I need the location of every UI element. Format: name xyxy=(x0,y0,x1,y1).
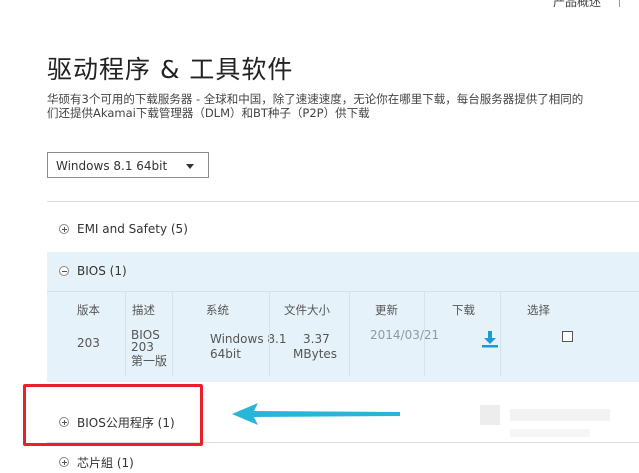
table-row: 203 BIOS 203 第一版 Windows 8.1 64bit 3.37 … xyxy=(47,322,639,376)
header-file-size: 文件大小 xyxy=(269,292,349,322)
cell-file-size: 3.37 MBytes xyxy=(269,322,349,376)
minus-circle-icon[interactable] xyxy=(59,266,69,276)
page-title: 驱动程序 & 工具软件 xyxy=(47,55,294,84)
header-updated: 更新 xyxy=(349,292,424,322)
cell-select xyxy=(500,322,639,376)
description-line-2: 们还提供Akamai下载管理器（DLM）和BT种子（P2P）供下载 xyxy=(47,106,370,120)
category-emi-safety[interactable]: EMI and Safety (5) xyxy=(47,202,639,250)
caret-down-icon xyxy=(186,164,194,169)
watermark-icon xyxy=(480,405,610,437)
cell-system: Windows 8.1 64bit xyxy=(172,322,286,376)
header-select: 选择 xyxy=(500,292,639,322)
category-label: 芯片組 (1) xyxy=(77,456,134,470)
cell-download xyxy=(424,322,500,376)
plus-circle-icon[interactable] xyxy=(59,224,69,234)
table-header: 版本 描述 系统 文件大小 更新 下载 选择 xyxy=(47,292,639,322)
plus-circle-icon[interactable] xyxy=(59,457,69,467)
cell-description: BIOS 203 第一版 xyxy=(125,322,172,376)
header-description: 描述 xyxy=(125,292,172,322)
select-checkbox[interactable] xyxy=(562,331,573,342)
os-dropdown[interactable]: Windows 8.1 64bit xyxy=(47,152,209,178)
header-download: 下载 xyxy=(424,292,500,322)
category-bios[interactable]: BIOS (1) xyxy=(47,252,639,292)
cell-updated: 2014/03/21 xyxy=(349,322,439,376)
page-description: 华硕有3个可用的下载服务器 - 全球和中国，除了速速速度，无论你在哪里下载，每台… xyxy=(47,92,639,120)
header-version: 版本 xyxy=(77,303,100,317)
header-system: 系统 xyxy=(172,292,269,322)
highlight-box xyxy=(23,384,203,446)
product-overview-link[interactable]: 产品概述 xyxy=(553,0,601,9)
os-dropdown-value: Windows 8.1 64bit xyxy=(56,159,168,173)
pointer-arrow-icon xyxy=(232,403,400,425)
description-line-1: 华硕有3个可用的下载服务器 - 全球和中国，除了速速速度，无论你在哪里下载，每台… xyxy=(47,92,584,106)
category-label: EMI and Safety (5) xyxy=(77,222,188,236)
download-icon[interactable] xyxy=(481,330,499,348)
bios-panel: BIOS (1) 版本 描述 系统 文件大小 更新 下载 选择 203 BIOS… xyxy=(47,252,639,382)
category-label: BIOS (1) xyxy=(77,264,127,278)
cell-version: 203 xyxy=(77,336,100,350)
top-nav: 产品概述 xyxy=(553,0,620,10)
nav-divider xyxy=(619,0,620,7)
